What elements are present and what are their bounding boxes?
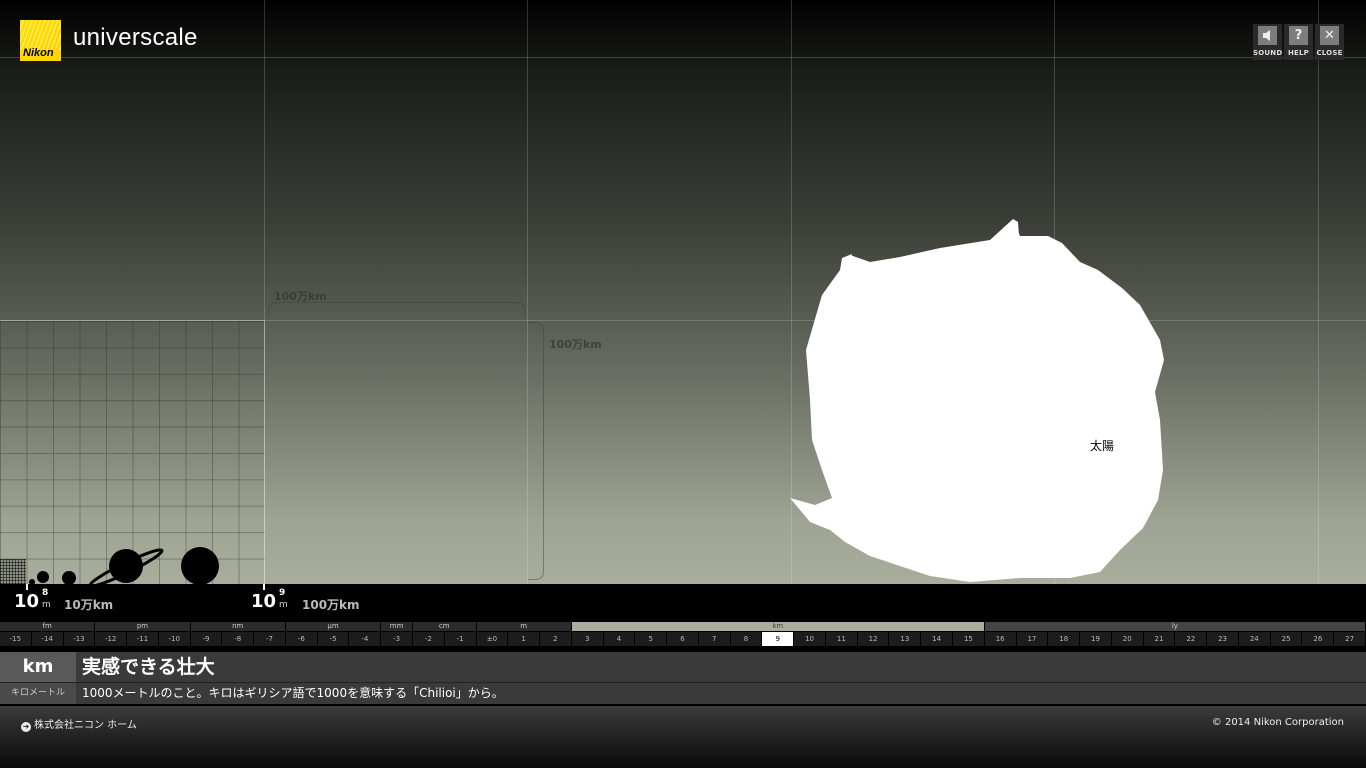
readout-tick bbox=[263, 584, 265, 590]
ruler-exponent-25[interactable]: 10 bbox=[794, 632, 826, 646]
readout-km: 100万km bbox=[302, 598, 360, 612]
copyright: © 2014 Nikon Corporation bbox=[1211, 717, 1344, 728]
readout-base: 10 bbox=[14, 591, 40, 612]
ruler-unit-0[interactable]: fm bbox=[0, 622, 96, 631]
info-description: 1000メートルのこと。キロはギリシア語で1000を意味する「Chilioi」か… bbox=[82, 686, 504, 700]
ruler-exponent-35[interactable]: 20 bbox=[1111, 632, 1144, 646]
ruler-exponent-32[interactable]: 17 bbox=[1016, 632, 1049, 646]
ruler-unit-3[interactable]: μm bbox=[285, 622, 382, 631]
ruler-exponent-21[interactable]: 6 bbox=[667, 632, 699, 646]
ruler-exponent-30[interactable]: 15 bbox=[953, 632, 985, 646]
ruler-exponent-29[interactable]: 14 bbox=[921, 632, 954, 646]
ruler-unit-2[interactable]: nm bbox=[190, 622, 286, 631]
info-title: 実感できる壮大 bbox=[82, 656, 215, 678]
ruler-exponent-9[interactable]: -6 bbox=[285, 632, 318, 646]
ruler-exponent-14[interactable]: -1 bbox=[444, 632, 477, 646]
ruler-exponent-0[interactable]: -15 bbox=[0, 632, 32, 646]
ruler-exponent-7[interactable]: -8 bbox=[222, 632, 255, 646]
ruler-unit-4[interactable]: mm bbox=[381, 622, 413, 631]
ruler-exponent-6[interactable]: -9 bbox=[190, 632, 223, 646]
close-button[interactable]: ✕ CLOSE bbox=[1315, 24, 1344, 60]
home-link[interactable]: ➜ 株式会社ニコン ホーム bbox=[21, 716, 137, 732]
sound-label: SOUND bbox=[1253, 49, 1283, 57]
ruler-exponent-34[interactable]: 19 bbox=[1080, 632, 1112, 646]
sound-icon bbox=[1258, 26, 1277, 45]
info-unit: km bbox=[0, 652, 76, 682]
ruler-exponent-26[interactable]: 11 bbox=[825, 632, 858, 646]
ruler-exponent-39[interactable]: 24 bbox=[1238, 632, 1271, 646]
ruler-exponent-3[interactable]: -12 bbox=[95, 632, 128, 646]
readout-base: 10 bbox=[251, 591, 277, 612]
ruler-exponent-8[interactable]: -7 bbox=[254, 632, 286, 646]
ruler-exponent-40[interactable]: 25 bbox=[1270, 632, 1303, 646]
ruler-exponent-11[interactable]: -4 bbox=[349, 632, 382, 646]
sound-button[interactable]: SOUND bbox=[1253, 24, 1282, 60]
ruler-unit-7[interactable]: km bbox=[571, 622, 985, 631]
ruler-exponent-1[interactable]: -14 bbox=[31, 632, 64, 646]
exponent-ruler[interactable]: -15 -14 -13 -12 -11 -10 -9 -8 -7 -6 -5 -4 -3 -2 -1 ±0 1 2… bbox=[0, 620, 1366, 648]
info-reading: キロメートル bbox=[0, 683, 76, 704]
app-title: universcale bbox=[73, 24, 198, 51]
home-link-label: 株式会社ニコン ホーム bbox=[34, 720, 137, 731]
ruler-exponent-18[interactable]: 3 bbox=[571, 632, 604, 646]
readout-unit: m bbox=[279, 600, 288, 610]
scale-viewport[interactable]: 100万km 100万km 太陽 bbox=[0, 0, 1366, 584]
sun-label: 太陽 bbox=[1090, 439, 1115, 453]
close-label: CLOSE bbox=[1316, 49, 1343, 57]
ruler-exponent-4[interactable]: -11 bbox=[127, 632, 159, 646]
ruler-exponent-37[interactable]: 22 bbox=[1175, 632, 1208, 646]
ruler-exponent-15[interactable]: ±0 bbox=[476, 632, 509, 646]
ruler-exponent-23[interactable]: 8 bbox=[730, 632, 763, 646]
ruler-exponent-31[interactable]: 16 bbox=[984, 632, 1017, 646]
ruler-exponent-41[interactable]: 26 bbox=[1302, 632, 1335, 646]
ruler-exponent-36[interactable]: 21 bbox=[1143, 632, 1176, 646]
arrow-right-icon: ➜ bbox=[21, 722, 31, 732]
readout-tick bbox=[26, 584, 28, 590]
readout-unit: m bbox=[42, 600, 51, 610]
ruler-unit-6[interactable]: m bbox=[476, 622, 572, 631]
unit-info-panel: km 実感できる壮大 キロメートル 1000メートルのこと。キロはギリシア語で1… bbox=[0, 652, 1366, 704]
readout-exponent: 9 bbox=[279, 588, 286, 598]
ruler-exponent-42[interactable]: 27 bbox=[1334, 632, 1366, 646]
logo-rays bbox=[20, 20, 61, 50]
ruler-exponent-24[interactable]: 9 bbox=[762, 632, 795, 646]
ruler-exponent-12[interactable]: -3 bbox=[381, 632, 413, 646]
help-button[interactable]: ? HELP bbox=[1284, 24, 1313, 60]
readout-exponent: 8 bbox=[42, 588, 49, 598]
ruler-exponent-38[interactable]: 23 bbox=[1207, 632, 1239, 646]
ruler-exponent-22[interactable]: 7 bbox=[698, 632, 731, 646]
ruler-exponent-19[interactable]: 4 bbox=[603, 632, 636, 646]
footer: ➜ 株式会社ニコン ホーム © 2014 Nikon Corporation bbox=[0, 706, 1366, 768]
help-icon: ? bbox=[1289, 26, 1308, 45]
ruler-unit-1[interactable]: pm bbox=[95, 622, 191, 631]
ruler-exponent-28[interactable]: 13 bbox=[889, 632, 922, 646]
readout-km: 10万km bbox=[64, 598, 114, 612]
close-icon: ✕ bbox=[1320, 26, 1339, 45]
ruler-exponent-27[interactable]: 12 bbox=[857, 632, 890, 646]
ruler-exponent-13[interactable]: -2 bbox=[412, 632, 445, 646]
ruler-exponent-17[interactable]: 2 bbox=[540, 632, 572, 646]
sun-silhouette[interactable] bbox=[0, 0, 1366, 584]
ruler-exponent-20[interactable]: 5 bbox=[635, 632, 668, 646]
help-label: HELP bbox=[1287, 49, 1310, 57]
ruler-unit-5[interactable]: cm bbox=[412, 622, 477, 631]
ruler-exponent-33[interactable]: 18 bbox=[1048, 632, 1081, 646]
ruler-exponent-2[interactable]: -13 bbox=[63, 632, 96, 646]
ruler-unit-8[interactable]: ly bbox=[984, 622, 1366, 631]
logo-brand: Nikon bbox=[23, 47, 54, 59]
scale-readout-bar: 10 8 m 10万km 10 9 m 100万km bbox=[0, 584, 1366, 620]
ruler-exponent-5[interactable]: -10 bbox=[158, 632, 191, 646]
nikon-logo[interactable]: Nikon bbox=[20, 20, 61, 61]
ruler-exponent-16[interactable]: 1 bbox=[508, 632, 541, 646]
ruler-exponent-10[interactable]: -5 bbox=[317, 632, 350, 646]
